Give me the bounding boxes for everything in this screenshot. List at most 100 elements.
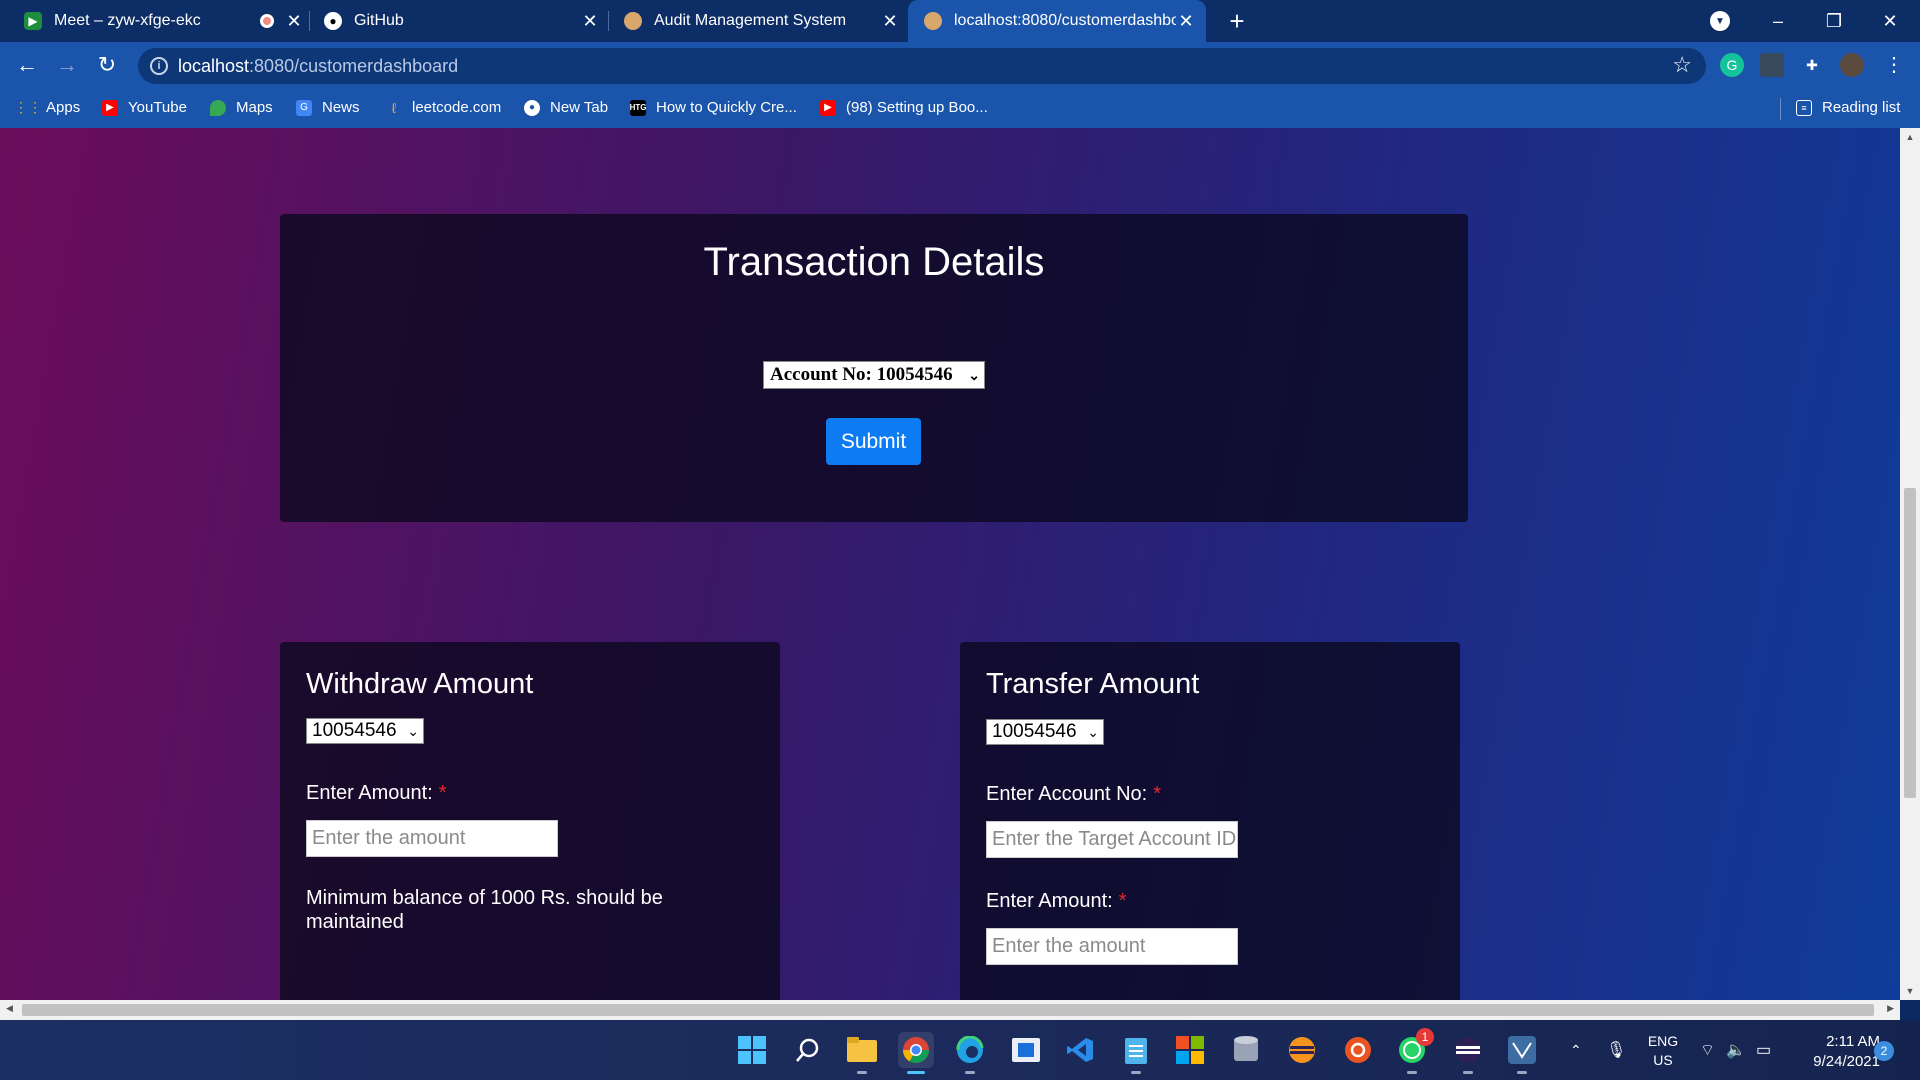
scroll-thumb[interactable] xyxy=(22,1004,1874,1016)
youtube-icon: ▶ xyxy=(820,99,836,116)
volume-icon[interactable]: 🔈 xyxy=(1726,1020,1746,1080)
transfer-account-select[interactable]: 10054546 ⌄ xyxy=(986,719,1104,745)
tab-title: GitHub xyxy=(354,12,404,29)
reading-list-button[interactable]: ≡ Reading list xyxy=(1796,99,1900,116)
globe-icon: ● xyxy=(524,99,540,116)
scroll-right-icon[interactable]: ▶ xyxy=(1887,1003,1894,1014)
tab-title: localhost:8080/customerdashboard xyxy=(954,12,1176,29)
apps-grid-icon: ⋮⋮ xyxy=(14,99,42,115)
battery-icon[interactable]: ▭ xyxy=(1756,1020,1771,1080)
bookmark-new-tab[interactable]: ● New Tab xyxy=(524,99,608,116)
minimize-button[interactable]: – xyxy=(1758,6,1798,36)
eclipse-icon[interactable] xyxy=(1284,1032,1320,1068)
withdraw-account-select[interactable]: 10054546 ⌄ xyxy=(306,718,424,744)
grammarly-icon[interactable]: G xyxy=(1720,53,1744,77)
htg-icon: HTG xyxy=(630,99,646,116)
account-select[interactable]: Account No: 10054546 ⌄ xyxy=(763,361,985,389)
close-icon[interactable]: ✕ xyxy=(284,11,304,32)
notification-badge[interactable]: 2 xyxy=(1874,1041,1894,1061)
browser-toolbar: ← → ↻ i localhost:8080/customerdashboard… xyxy=(0,42,1920,90)
restore-button[interactable]: ❐ xyxy=(1814,6,1854,36)
avatar[interactable] xyxy=(1840,53,1864,77)
notepad-icon[interactable] xyxy=(1118,1032,1154,1074)
transfer-title: Transfer Amount xyxy=(986,668,1200,700)
vscode-icon[interactable] xyxy=(1062,1032,1098,1068)
url-text: localhost:8080/customerdashboard xyxy=(178,56,459,76)
tab-meet[interactable]: ▶ Meet – zyw-xfge-ekc ✕ xyxy=(24,0,304,42)
bookmark-youtube-video[interactable]: ▶ (98) Setting up Boo... xyxy=(820,99,988,116)
tab-audit-management[interactable]: Audit Management System ✕ xyxy=(624,0,900,42)
language-indicator[interactable]: ENG US xyxy=(1640,1032,1686,1070)
extension-icon[interactable] xyxy=(1760,53,1784,77)
search-icon[interactable] xyxy=(790,1032,826,1068)
mysql-workbench-icon[interactable] xyxy=(1504,1032,1540,1074)
bookmark-divider xyxy=(1780,98,1781,120)
bookmark-news[interactable]: G News xyxy=(296,99,360,116)
bookmark-htg[interactable]: HTG How to Quickly Cre... xyxy=(630,99,797,116)
chevron-down-icon: ⌄ xyxy=(407,723,419,739)
bookmark-apps[interactable]: ⋮⋮ Apps xyxy=(14,99,80,116)
windows-start-icon[interactable] xyxy=(734,1032,770,1068)
withdraw-amount-input[interactable]: Enter the amount xyxy=(306,820,558,857)
wifi-icon[interactable]: ⌔ xyxy=(1700,1020,1715,1080)
horizontal-scrollbar[interactable]: ◀ ▶ xyxy=(0,1000,1900,1020)
bookmark-youtube[interactable]: ▶ YouTube xyxy=(102,99,187,116)
store-icon[interactable] xyxy=(1008,1032,1044,1068)
leetcode-icon: ℓ xyxy=(391,99,397,116)
required-marker: * xyxy=(1153,783,1161,805)
close-icon[interactable]: ✕ xyxy=(880,11,900,32)
microphone-icon[interactable]: 🎙 xyxy=(1606,1020,1626,1080)
database-icon[interactable] xyxy=(1228,1032,1264,1068)
forward-icon[interactable]: → xyxy=(52,50,82,80)
menu-kebab-icon[interactable]: ⋮ xyxy=(1882,53,1906,77)
bookmark-star-icon[interactable]: ☆ xyxy=(1672,52,1692,78)
reload-icon[interactable]: ↻ xyxy=(92,50,122,80)
scroll-down-icon[interactable]: ▼ xyxy=(1900,986,1920,996)
close-icon[interactable]: ✕ xyxy=(1176,11,1196,32)
ubuntu-icon[interactable] xyxy=(1340,1032,1376,1068)
file-explorer-icon[interactable] xyxy=(844,1032,880,1074)
info-icon[interactable]: i xyxy=(150,57,168,75)
tab-customerdashboard[interactable]: localhost:8080/customerdashboard ✕ xyxy=(908,0,1206,42)
close-icon[interactable]: ✕ xyxy=(580,11,600,32)
recording-icon xyxy=(260,14,274,28)
reading-list-icon: ≡ xyxy=(1796,99,1812,116)
scroll-up-icon[interactable]: ▲ xyxy=(1900,132,1920,142)
scroll-thumb[interactable] xyxy=(1904,488,1916,798)
vertical-scrollbar[interactable]: ▲ ▼ xyxy=(1900,128,1920,1000)
tab-search-icon[interactable]: ▼ xyxy=(1710,11,1730,31)
transfer-target-label: Enter Account No: * xyxy=(986,783,1161,805)
whatsapp-icon[interactable]: 1 xyxy=(1394,1028,1434,1074)
youtube-icon: ▶ xyxy=(102,99,118,116)
tab-title: Meet – zyw-xfge-ekc xyxy=(54,12,201,29)
office-icon[interactable] xyxy=(1172,1032,1208,1068)
back-icon[interactable]: ← xyxy=(12,50,42,80)
eclipse-ide-icon[interactable] xyxy=(1450,1032,1486,1074)
extensions-puzzle-icon[interactable]: ✚ xyxy=(1800,53,1824,77)
maps-pin-icon xyxy=(210,99,226,116)
close-window-button[interactable]: ✕ xyxy=(1870,6,1910,36)
address-bar[interactable]: i localhost:8080/customerdashboard ☆ xyxy=(138,48,1706,84)
tab-github[interactable]: ● GitHub ✕ xyxy=(324,0,600,42)
chevron-down-icon: ⌄ xyxy=(1087,724,1099,740)
tab-separator xyxy=(608,11,609,31)
taskbar: 1 ⌃ 🎙 ENG US ⌔ 🔈 ▭ 2:11 AM 9/24/2021 2 xyxy=(0,1020,1920,1080)
transaction-title: Transaction Details xyxy=(703,240,1045,284)
bookmark-leetcode[interactable]: ℓ leetcode.com xyxy=(386,99,501,116)
whatsapp-badge: 1 xyxy=(1416,1028,1434,1046)
chrome-icon[interactable] xyxy=(898,1032,934,1074)
show-hidden-icons[interactable]: ⌃ xyxy=(1570,1020,1582,1080)
page-viewport: Transaction Details Account No: 10054546… xyxy=(0,128,1900,1000)
transfer-target-input[interactable]: Enter the Target Account ID xyxy=(986,821,1238,858)
tab-title: Audit Management System xyxy=(654,12,847,29)
transfer-amount-input[interactable]: Enter the amount xyxy=(986,928,1238,965)
edge-icon[interactable] xyxy=(952,1032,988,1074)
new-tab-button[interactable]: + xyxy=(1222,6,1252,36)
scroll-left-icon[interactable]: ◀ xyxy=(6,1003,13,1014)
submit-button[interactable]: Submit xyxy=(826,418,921,465)
bookmarks-bar: ⋮⋮ Apps ▶ YouTube Maps G News ℓ leetcode… xyxy=(0,90,1920,128)
bookmark-maps[interactable]: Maps xyxy=(210,99,273,116)
withdraw-min-balance-note: Minimum balance of 1000 Rs. should be ma… xyxy=(306,887,663,933)
clock[interactable]: 2:11 AM 9/24/2021 xyxy=(1790,1032,1880,1072)
required-marker: * xyxy=(438,782,447,804)
